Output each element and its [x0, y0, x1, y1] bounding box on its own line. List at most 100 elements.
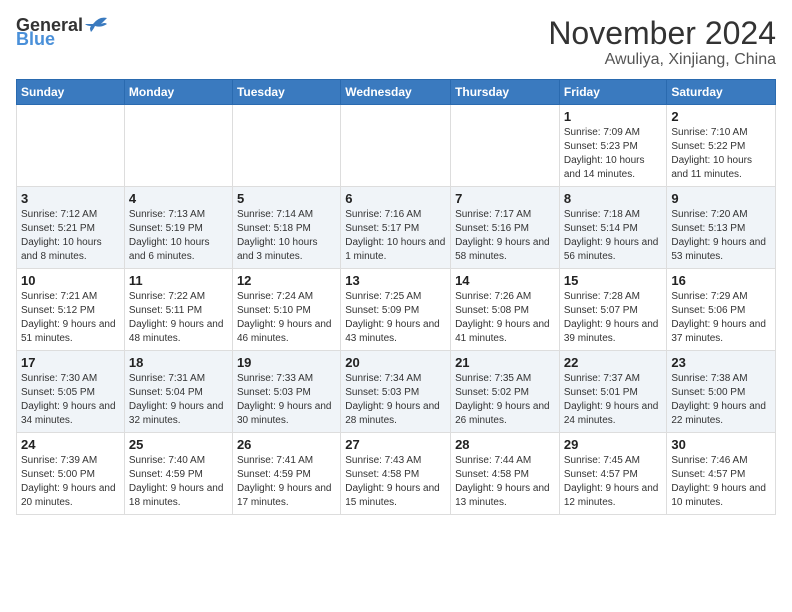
day-number: 8 [564, 191, 663, 206]
day-number: 18 [129, 355, 228, 370]
day-of-week-header: Saturday [667, 80, 776, 105]
day-info: Sunrise: 7:33 AM Sunset: 5:03 PM Dayligh… [237, 372, 336, 428]
day-info: Sunrise: 7:16 AM Sunset: 5:17 PM Dayligh… [345, 208, 446, 264]
day-info: Sunrise: 7:26 AM Sunset: 5:08 PM Dayligh… [455, 290, 555, 346]
day-number: 22 [564, 355, 663, 370]
calendar-day-cell: 3 Sunrise: 7:12 AM Sunset: 5:21 PM Daylig… [17, 187, 125, 269]
day-info: Sunrise: 7:46 AM Sunset: 4:57 PM Dayligh… [671, 454, 771, 510]
day-info: Sunrise: 7:12 AM Sunset: 5:21 PM Dayligh… [21, 208, 120, 264]
day-number: 2 [671, 109, 771, 124]
day-info: Sunrise: 7:20 AM Sunset: 5:13 PM Dayligh… [671, 208, 771, 264]
day-info: Sunrise: 7:35 AM Sunset: 5:02 PM Dayligh… [455, 372, 555, 428]
day-info: Sunrise: 7:39 AM Sunset: 5:00 PM Dayligh… [21, 454, 120, 510]
header: General Blue November 2024 Awuliya, Xinj… [16, 16, 776, 69]
calendar-day-cell: 9 Sunrise: 7:20 AM Sunset: 5:13 PM Daylig… [667, 187, 776, 269]
day-of-week-header: Thursday [451, 80, 560, 105]
calendar-day-cell: 18 Sunrise: 7:31 AM Sunset: 5:04 PM Dayli… [124, 351, 232, 433]
day-info: Sunrise: 7:40 AM Sunset: 4:59 PM Dayligh… [129, 454, 228, 510]
calendar-day-cell: 14 Sunrise: 7:26 AM Sunset: 5:08 PM Dayli… [451, 269, 560, 351]
day-of-week-header: Friday [559, 80, 667, 105]
day-number: 16 [671, 273, 771, 288]
day-number: 11 [129, 273, 228, 288]
day-number: 20 [345, 355, 446, 370]
day-number: 19 [237, 355, 336, 370]
day-number: 21 [455, 355, 555, 370]
calendar-day-cell: 6Sunrise: 7:16 AM Sunset: 5:17 PM Daylig… [341, 187, 451, 269]
calendar-day-cell: 22 Sunrise: 7:37 AM Sunset: 5:01 PM Dayli… [559, 351, 667, 433]
calendar-day-cell: 15Sunrise: 7:28 AM Sunset: 5:07 PM Dayli… [559, 269, 667, 351]
day-number: 28 [455, 437, 555, 452]
calendar-day-cell: 4 Sunrise: 7:13 AM Sunset: 5:19 PM Daylig… [124, 187, 232, 269]
day-info: Sunrise: 7:43 AM Sunset: 4:58 PM Dayligh… [345, 454, 446, 510]
day-of-week-header: Wednesday [341, 80, 451, 105]
calendar-day-cell [341, 105, 451, 187]
calendar-day-cell: 16 Sunrise: 7:29 AM Sunset: 5:06 PM Dayli… [667, 269, 776, 351]
calendar-week-row: 10Sunrise: 7:21 AM Sunset: 5:12 PM Dayli… [17, 269, 776, 351]
day-info: Sunrise: 7:34 AM Sunset: 5:03 PM Dayligh… [345, 372, 446, 428]
calendar-day-cell: 2 Sunrise: 7:10 AM Sunset: 5:22 PM Daylig… [667, 105, 776, 187]
day-number: 3 [21, 191, 120, 206]
day-number: 29 [564, 437, 663, 452]
calendar-day-cell [17, 105, 125, 187]
location: Awuliya, Xinjiang, China [548, 51, 776, 69]
day-info: Sunrise: 7:29 AM Sunset: 5:06 PM Dayligh… [671, 290, 771, 346]
day-number: 7 [455, 191, 555, 206]
calendar-day-cell: 17Sunrise: 7:30 AM Sunset: 5:05 PM Dayli… [17, 351, 125, 433]
calendar-day-cell: 10Sunrise: 7:21 AM Sunset: 5:12 PM Dayli… [17, 269, 125, 351]
calendar-day-cell [124, 105, 232, 187]
day-number: 25 [129, 437, 228, 452]
calendar-day-cell [451, 105, 560, 187]
day-number: 4 [129, 191, 228, 206]
day-info: Sunrise: 7:17 AM Sunset: 5:16 PM Dayligh… [455, 208, 555, 264]
calendar-day-cell: 26Sunrise: 7:41 AM Sunset: 4:59 PM Dayli… [232, 433, 340, 515]
day-number: 1 [564, 109, 663, 124]
calendar-day-cell: 11 Sunrise: 7:22 AM Sunset: 5:11 PM Dayli… [124, 269, 232, 351]
calendar-day-cell: 1 Sunrise: 7:09 AM Sunset: 5:23 PM Daylig… [559, 105, 667, 187]
day-number: 9 [671, 191, 771, 206]
month-title: November 2024 [548, 16, 776, 51]
logo-bird-icon [85, 14, 107, 34]
logo-blue-text: Blue [16, 30, 55, 48]
day-info: Sunrise: 7:31 AM Sunset: 5:04 PM Dayligh… [129, 372, 228, 428]
calendar-day-cell: 13 Sunrise: 7:25 AM Sunset: 5:09 PM Dayli… [341, 269, 451, 351]
day-number: 27 [345, 437, 446, 452]
day-info: Sunrise: 7:25 AM Sunset: 5:09 PM Dayligh… [345, 290, 446, 346]
day-number: 23 [671, 355, 771, 370]
logo: General Blue [16, 16, 107, 48]
calendar-day-cell: 8 Sunrise: 7:18 AM Sunset: 5:14 PM Daylig… [559, 187, 667, 269]
day-info: Sunrise: 7:37 AM Sunset: 5:01 PM Dayligh… [564, 372, 663, 428]
day-info: Sunrise: 7:13 AM Sunset: 5:19 PM Dayligh… [129, 208, 228, 264]
day-number: 5 [237, 191, 336, 206]
main-container: General Blue November 2024 Awuliya, Xinj… [0, 0, 792, 523]
calendar-day-cell: 12Sunrise: 7:24 AM Sunset: 5:10 PM Dayli… [232, 269, 340, 351]
day-info: Sunrise: 7:38 AM Sunset: 5:00 PM Dayligh… [671, 372, 771, 428]
calendar-day-cell: 25 Sunrise: 7:40 AM Sunset: 4:59 PM Dayli… [124, 433, 232, 515]
day-info: Sunrise: 7:41 AM Sunset: 4:59 PM Dayligh… [237, 454, 336, 510]
calendar-day-cell: 23 Sunrise: 7:38 AM Sunset: 5:00 PM Dayli… [667, 351, 776, 433]
day-number: 17 [21, 355, 120, 370]
calendar-week-row: 24Sunrise: 7:39 AM Sunset: 5:00 PM Dayli… [17, 433, 776, 515]
day-of-week-header: Sunday [17, 80, 125, 105]
day-info: Sunrise: 7:28 AM Sunset: 5:07 PM Dayligh… [564, 290, 663, 346]
day-info: Sunrise: 7:44 AM Sunset: 4:58 PM Dayligh… [455, 454, 555, 510]
calendar-day-cell: 29 Sunrise: 7:45 AM Sunset: 4:57 PM Dayli… [559, 433, 667, 515]
day-info: Sunrise: 7:24 AM Sunset: 5:10 PM Dayligh… [237, 290, 336, 346]
day-info: Sunrise: 7:45 AM Sunset: 4:57 PM Dayligh… [564, 454, 663, 510]
day-info: Sunrise: 7:10 AM Sunset: 5:22 PM Dayligh… [671, 126, 771, 182]
day-number: 14 [455, 273, 555, 288]
day-info: Sunrise: 7:09 AM Sunset: 5:23 PM Dayligh… [564, 126, 663, 182]
calendar-day-cell: 27 Sunrise: 7:43 AM Sunset: 4:58 PM Dayli… [341, 433, 451, 515]
day-info: Sunrise: 7:14 AM Sunset: 5:18 PM Dayligh… [237, 208, 336, 264]
calendar-day-cell: 28 Sunrise: 7:44 AM Sunset: 4:58 PM Dayli… [451, 433, 560, 515]
day-info: Sunrise: 7:22 AM Sunset: 5:11 PM Dayligh… [129, 290, 228, 346]
calendar-day-cell: 19 Sunrise: 7:33 AM Sunset: 5:03 PM Dayli… [232, 351, 340, 433]
calendar-day-cell: 5 Sunrise: 7:14 AM Sunset: 5:18 PM Daylig… [232, 187, 340, 269]
calendar-header-row: SundayMondayTuesdayWednesdayThursdayFrid… [17, 80, 776, 105]
calendar-table: SundayMondayTuesdayWednesdayThursdayFrid… [16, 79, 776, 515]
calendar-day-cell: 30Sunrise: 7:46 AM Sunset: 4:57 PM Dayli… [667, 433, 776, 515]
calendar-day-cell: 21 Sunrise: 7:35 AM Sunset: 5:02 PM Dayli… [451, 351, 560, 433]
day-info: Sunrise: 7:18 AM Sunset: 5:14 PM Dayligh… [564, 208, 663, 264]
day-number: 13 [345, 273, 446, 288]
day-number: 10 [21, 273, 120, 288]
calendar-day-cell: 7 Sunrise: 7:17 AM Sunset: 5:16 PM Daylig… [451, 187, 560, 269]
